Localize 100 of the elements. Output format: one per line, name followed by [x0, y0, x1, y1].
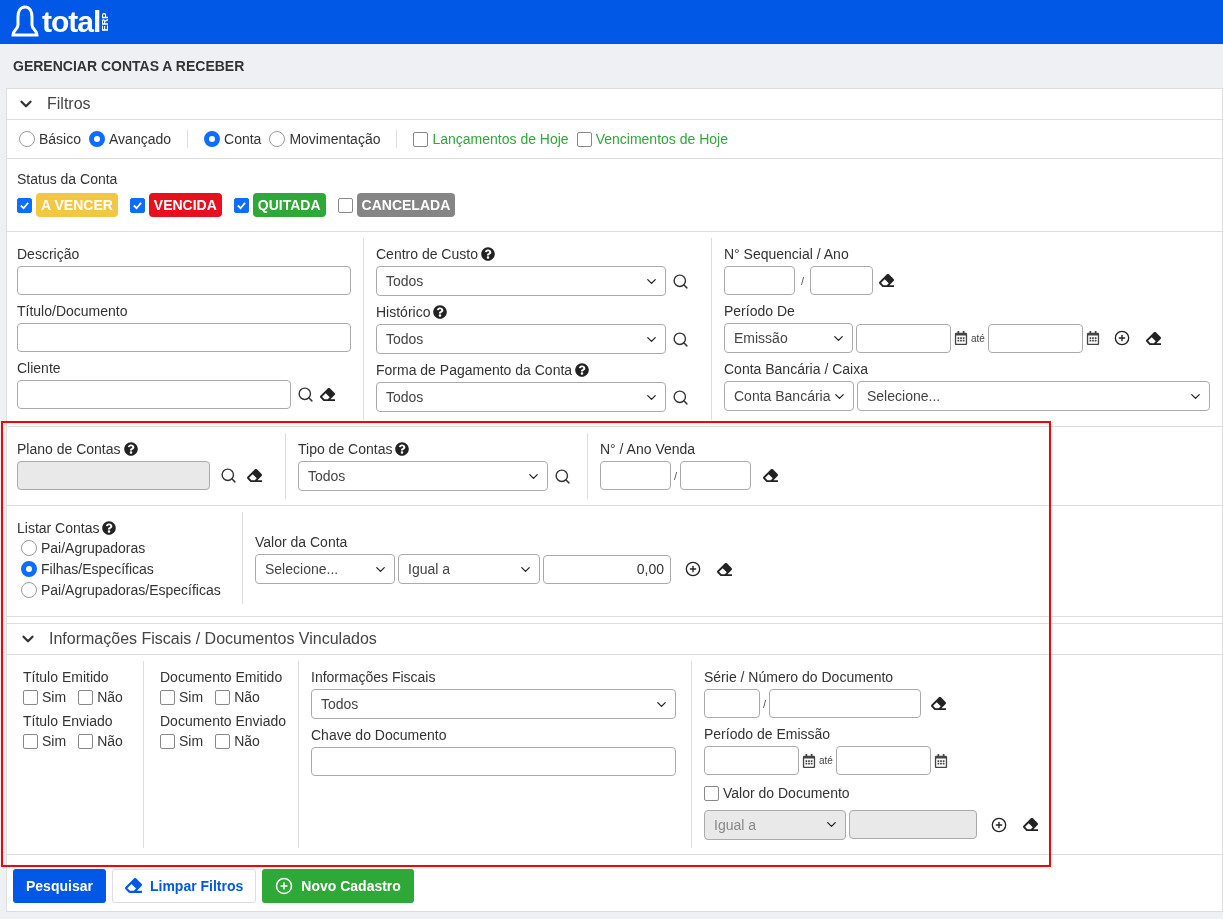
eraser-icon[interactable]	[320, 387, 335, 402]
field-label: Período De	[724, 303, 795, 319]
input-field[interactable]	[849, 810, 977, 839]
eraser-icon[interactable]	[247, 468, 262, 483]
checkbox[interactable]	[215, 733, 231, 749]
input-field[interactable]	[724, 266, 795, 295]
checkbox[interactable]	[337, 197, 353, 213]
radio-label: Conta	[224, 131, 262, 147]
add-icon[interactable]	[991, 816, 1007, 833]
select-field[interactable]: Emissão	[724, 323, 853, 353]
checkbox-label: Sim	[42, 733, 67, 749]
input-field[interactable]	[680, 461, 752, 490]
select-field[interactable]: Todos	[298, 461, 548, 491]
input-field[interactable]	[810, 266, 874, 295]
range-label: até	[971, 332, 985, 344]
select-field[interactable]: Igual a	[398, 554, 540, 584]
select-field[interactable]: Selecione...	[857, 381, 1210, 411]
radio-button[interactable]	[21, 582, 37, 598]
field-label: Documento Enviado	[160, 713, 287, 729]
checkbox[interactable]	[78, 689, 94, 705]
radio-button[interactable]	[21, 540, 37, 556]
range-label: até	[819, 755, 833, 766]
input-field[interactable]	[17, 380, 291, 409]
checkbox[interactable]	[23, 733, 38, 749]
checkbox[interactable]	[576, 131, 592, 147]
eraser-icon[interactable]	[1145, 330, 1161, 346]
field-label: Valor do Documento	[723, 785, 850, 801]
eraser-icon[interactable]	[763, 468, 779, 483]
input-field[interactable]	[704, 746, 799, 775]
select-field[interactable]: Todos	[311, 689, 676, 719]
checkbox-label: Lançamentos de Hoje	[432, 131, 569, 147]
input-field[interactable]	[311, 747, 676, 776]
radio-button[interactable]	[269, 131, 286, 147]
select-field[interactable]: Todos	[376, 382, 666, 412]
search-icon[interactable]	[672, 272, 689, 290]
checkbox[interactable]	[233, 197, 249, 213]
checkbox-label: Sim	[179, 689, 204, 705]
radio-button[interactable]	[19, 131, 35, 147]
select-field[interactable]: Conta Bancária	[724, 381, 854, 411]
field-label: Chave do Documento	[311, 727, 447, 743]
calendar-icon[interactable]	[933, 753, 948, 768]
field-label: Forma de Pagamento da Conta	[376, 362, 573, 378]
checkbox-label: Não	[97, 733, 123, 749]
input-field[interactable]	[769, 689, 922, 718]
search-icon[interactable]	[220, 467, 237, 484]
radio-button[interactable]	[21, 561, 37, 577]
search-icon[interactable]	[554, 467, 571, 485]
field-label: Documento Emitido	[160, 669, 283, 685]
calendar-icon[interactable]	[954, 331, 968, 345]
field-label: N° Sequencial / Ano	[724, 246, 849, 262]
field-label: Série / Número do Documento	[704, 669, 894, 685]
input-field[interactable]	[17, 266, 351, 295]
calendar-icon[interactable]	[1085, 331, 1100, 345]
input-field[interactable]: 0,00	[543, 554, 671, 584]
field-label: Centro de Custo	[376, 246, 478, 262]
action-button[interactable]: Pesquisar	[13, 868, 106, 903]
checkbox[interactable]	[160, 733, 175, 749]
checkbox[interactable]	[78, 733, 94, 749]
select-field[interactable]: Todos	[376, 324, 666, 354]
checkbox-label: Não	[234, 689, 260, 705]
eraser-icon[interactable]	[931, 696, 947, 711]
checkbox[interactable]	[215, 689, 231, 705]
check-icon	[19, 199, 30, 211]
checkbox[interactable]	[17, 197, 32, 213]
radio-button[interactable]	[204, 131, 221, 147]
input-field[interactable]	[987, 323, 1083, 353]
select-field[interactable]: Todos	[376, 266, 666, 296]
radio-label: Filhas/Específicas	[41, 561, 154, 577]
add-icon[interactable]	[1113, 330, 1130, 346]
field-label: Título/Documento	[17, 303, 128, 319]
checkbox[interactable]	[413, 131, 429, 147]
eraser-icon[interactable]	[717, 561, 732, 577]
search-icon[interactable]	[672, 388, 689, 406]
checkbox[interactable]	[704, 785, 719, 801]
field-label: Descrição	[17, 246, 80, 262]
input-field[interactable]	[600, 461, 671, 490]
input-field[interactable]	[835, 746, 931, 775]
separator: /	[801, 274, 805, 287]
add-icon[interactable]	[685, 561, 701, 577]
checkbox[interactable]	[23, 689, 38, 705]
input-field[interactable]	[17, 323, 351, 352]
action-button[interactable]: Limpar Filtros	[111, 868, 257, 903]
section-label: Status da Conta	[17, 171, 118, 187]
checkbox[interactable]	[160, 689, 175, 705]
status-tag: VENCIDA	[148, 193, 222, 217]
search-icon[interactable]	[672, 330, 689, 348]
input-field[interactable]	[704, 689, 760, 718]
add-icon	[275, 876, 294, 895]
field-label: Tipo de Contas	[298, 441, 393, 457]
eraser-icon[interactable]	[1023, 817, 1038, 832]
checkbox-label: Não	[97, 689, 123, 705]
checkbox[interactable]	[129, 197, 145, 213]
input-field[interactable]	[856, 323, 951, 353]
radio-button[interactable]	[89, 131, 106, 147]
eraser-icon[interactable]	[879, 273, 895, 288]
calendar-icon[interactable]	[802, 753, 816, 768]
select-field[interactable]: Selecione...	[255, 554, 395, 584]
logo-text: total	[42, 5, 101, 39]
search-icon[interactable]	[297, 386, 314, 403]
field-label: Plano de Contas	[17, 441, 121, 457]
